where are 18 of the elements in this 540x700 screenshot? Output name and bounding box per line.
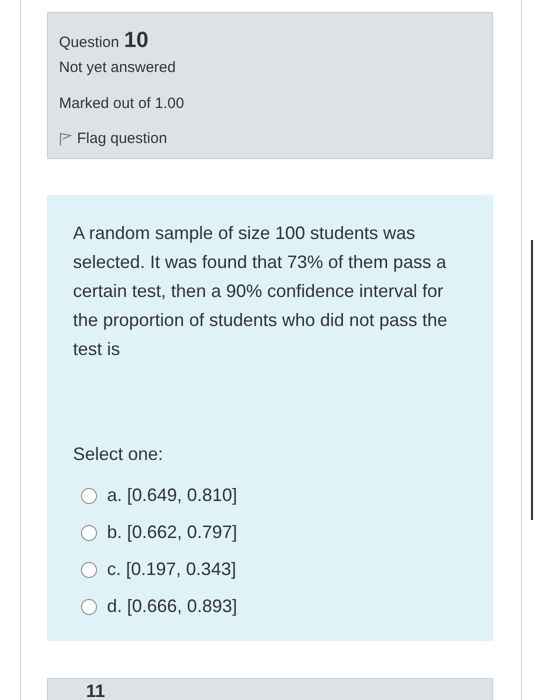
scrollbar[interactable] [531,240,533,520]
flag-icon [59,132,72,146]
radio-button[interactable] [81,562,97,578]
radio-button[interactable] [81,488,97,504]
answer-option[interactable]: c. [0.197, 0.343] [81,558,236,581]
answer-option[interactable]: a. [0.649, 0.810] [81,484,238,507]
question-label: Question [59,33,120,53]
question-text: A random sample of size 100 students was selected. It was found that 73% of them pass a certain test, then a 90% confidence interval for the proportion of students who did not pass the test is [73,222,448,361]
status-text: Not yet answered [59,58,176,78]
flag-question-link[interactable]: Flag question [59,128,168,150]
answer-option[interactable]: d. [0.666, 0.893] [81,595,238,618]
select-prompt: Select one: [73,443,164,466]
answer-option[interactable]: b. [0.662, 0.797] [81,521,238,544]
radio-button[interactable] [81,598,97,614]
question-number: 10 [124,26,149,54]
question-number: 11 [86,682,106,700]
marks-text: Marked out of 1.00 [59,94,184,114]
radio-button[interactable] [81,524,97,540]
